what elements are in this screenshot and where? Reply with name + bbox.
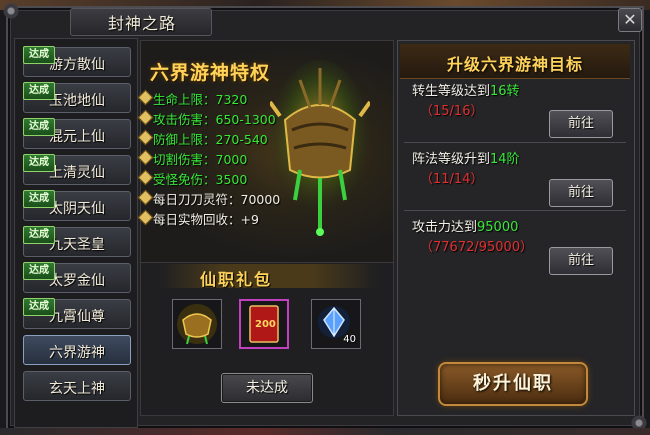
goal-description: 转生等级达到16转 bbox=[412, 80, 520, 99]
sidebar-item-rank[interactable]: 九霄仙尊 达成 bbox=[23, 298, 131, 329]
gift-slot-selected[interactable]: 200 bbox=[239, 299, 289, 349]
sidebar-item-rank[interactable]: 九天圣皇 达成 bbox=[23, 226, 131, 257]
goal-progress: （15/16） bbox=[420, 104, 484, 119]
goal-prefix: 阵法等级升到 bbox=[412, 152, 491, 167]
completed-badge: 达成 bbox=[23, 82, 55, 100]
sidebar-item-label: 六界游神 bbox=[49, 345, 105, 361]
goto-button[interactable]: 前往 bbox=[549, 179, 613, 207]
close-button[interactable]: ✕ bbox=[618, 8, 642, 32]
divider bbox=[404, 210, 626, 211]
token-value: 200 bbox=[255, 319, 276, 330]
goto-button[interactable]: 前往 bbox=[549, 110, 613, 138]
rank-sidebar: 游方散仙 达成 玉池地仙 达成 混元上仙 达成 上清灵仙 达成 太阴天仙 达成 … bbox=[14, 38, 138, 428]
goal-progress: （77672/95000） bbox=[420, 240, 534, 255]
stat-row: 每日刀刀灵符：70000 bbox=[137, 189, 320, 207]
sidebar-item-rank-selected[interactable]: 六界游神 bbox=[23, 335, 131, 365]
diamond-bullet-icon bbox=[137, 209, 154, 226]
completed-badge: 达成 bbox=[23, 190, 55, 208]
sidebar-item-rank[interactable]: 混元上仙 达成 bbox=[23, 118, 131, 149]
goal-description: 攻击力达到95000 bbox=[412, 216, 518, 235]
goto-button[interactable]: 前往 bbox=[549, 247, 613, 275]
gift-slot[interactable]: 40 bbox=[311, 299, 361, 349]
diamond-bullet-icon bbox=[137, 89, 154, 106]
sidebar-item-rank[interactable]: 玄天上神 bbox=[23, 371, 131, 401]
completed-badge: 达成 bbox=[23, 298, 55, 316]
privilege-title: 六界游神特权 bbox=[150, 62, 271, 84]
stat-row: 攻击伤害：650-1300 bbox=[137, 109, 320, 127]
goal-target: 16转 bbox=[490, 84, 520, 99]
stat-row: 切割伤害：7000 bbox=[137, 149, 320, 167]
sidebar-item-rank[interactable]: 太罗金仙 达成 bbox=[23, 262, 131, 293]
bottom-decor-strip bbox=[0, 428, 650, 435]
goal-prefix: 攻击力达到 bbox=[412, 220, 478, 235]
diamond-bullet-icon bbox=[137, 109, 154, 126]
completed-badge: 达成 bbox=[23, 154, 55, 172]
golden-cauldron-icon bbox=[177, 304, 217, 345]
stat-text: 每日实物回收：+9 bbox=[153, 212, 259, 227]
goal-target: 95000 bbox=[477, 220, 519, 235]
stat-row: 每日实物回收：+9 bbox=[137, 209, 320, 227]
completed-badge: 达成 bbox=[23, 118, 55, 136]
completed-badge: 达成 bbox=[23, 46, 55, 64]
diamond-bullet-icon bbox=[137, 189, 154, 206]
goal-prefix: 转生等级达到 bbox=[412, 84, 491, 99]
sidebar-item-rank[interactable]: 太阴天仙 达成 bbox=[23, 190, 131, 221]
stat-text: 切割伤害：7000 bbox=[153, 152, 248, 167]
stat-row: 防御上限：270-540 bbox=[137, 129, 320, 147]
claim-status-button[interactable]: 未达成 bbox=[221, 373, 313, 403]
goals-title: 升级六界游神目标 bbox=[446, 55, 583, 74]
gift-slot[interactable] bbox=[172, 299, 222, 349]
divider bbox=[404, 142, 626, 143]
gift-title: 仙职礼包 bbox=[200, 270, 273, 289]
completed-badge: 达成 bbox=[23, 226, 55, 244]
completed-badge: 达成 bbox=[23, 262, 55, 280]
sidebar-item-rank[interactable]: 上清灵仙 达成 bbox=[23, 154, 131, 185]
corner-ornament bbox=[2, 2, 20, 20]
stat-row: 生命上限：7320 bbox=[137, 89, 320, 107]
goal-description: 阵法等级升到14阶 bbox=[412, 148, 520, 167]
goal-progress: （11/14） bbox=[420, 172, 484, 187]
stat-text: 攻击伤害：650-1300 bbox=[153, 112, 276, 127]
stat-row: 受怪免伤：3500 bbox=[137, 169, 320, 187]
stat-text: 受怪免伤：3500 bbox=[153, 172, 248, 187]
stat-text: 生命上限：7320 bbox=[153, 92, 248, 107]
sidebar-item-rank[interactable]: 游方散仙 达成 bbox=[23, 46, 131, 77]
sidebar-item-rank[interactable]: 玉池地仙 达成 bbox=[23, 82, 131, 113]
dialog-title: 封神之路 bbox=[108, 14, 177, 33]
instant-upgrade-button[interactable]: 秒升仙职 bbox=[438, 362, 588, 406]
diamond-bullet-icon bbox=[137, 129, 154, 146]
diamond-bullet-icon bbox=[137, 169, 154, 186]
sidebar-item-label: 玄天上神 bbox=[49, 381, 105, 397]
goal-target: 14阶 bbox=[490, 152, 520, 167]
stat-text: 防御上限：270-540 bbox=[153, 132, 268, 147]
stat-text: 每日刀刀灵符：70000 bbox=[153, 192, 281, 207]
item-count: 40 bbox=[343, 334, 356, 345]
diamond-bullet-icon bbox=[137, 149, 154, 166]
